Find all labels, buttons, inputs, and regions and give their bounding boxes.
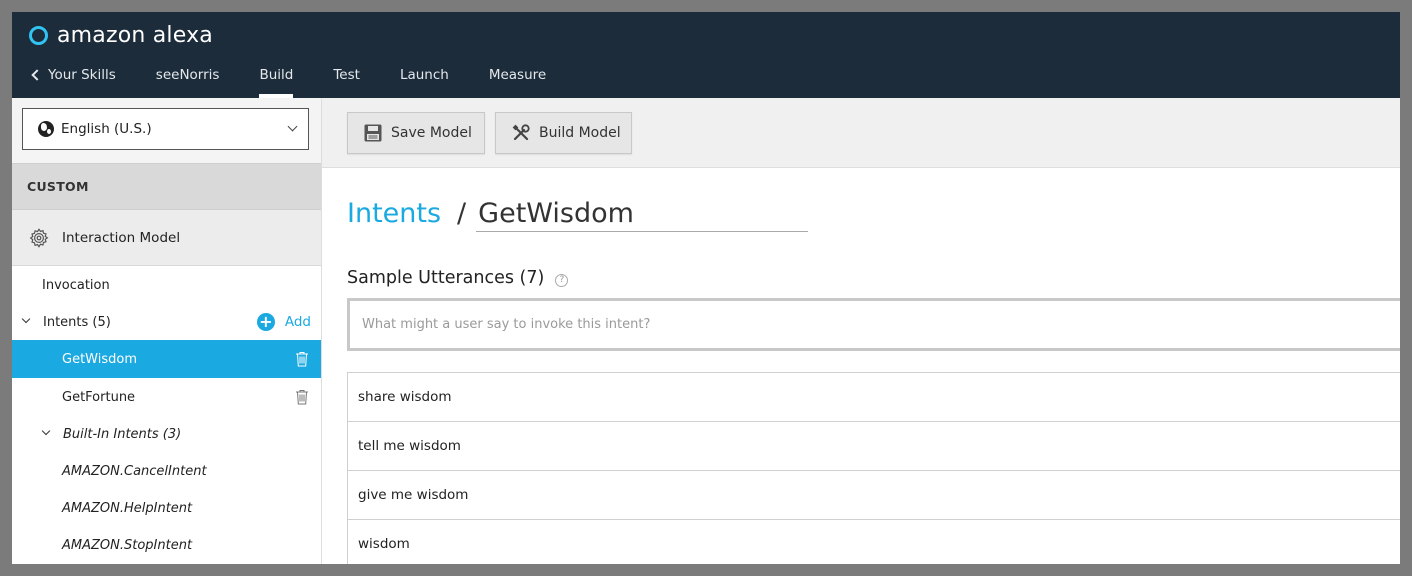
sample-utterances-heading: Sample Utterances (7) ? [347, 268, 569, 288]
utterance-row[interactable]: wisdom [347, 519, 1400, 564]
builtin-intent-item[interactable]: AMAZON.CancelIntent [12, 452, 321, 490]
collapse-icon [21, 314, 31, 324]
plus-icon: + [256, 313, 275, 331]
collapse-icon [41, 426, 51, 436]
save-icon [364, 124, 382, 142]
alexa-ring-icon [29, 25, 48, 45]
intent-tree: Invocation Intents (5) + Add GetWisdom G… [12, 266, 321, 564]
utterance-row[interactable]: tell me wisdom [347, 421, 1400, 470]
interaction-model-label: Interaction Model [62, 229, 181, 246]
alexa-logo[interactable]: amazon alexa [29, 20, 213, 50]
build-model-button[interactable]: Build Model [495, 112, 632, 154]
invocation-label: Invocation [42, 277, 110, 293]
sidebar-item-builtin-intents[interactable]: Built-In Intents (3) [12, 415, 321, 453]
utterance-row[interactable]: give me wisdom [347, 470, 1400, 519]
intents-label: Intents (5) [43, 314, 111, 330]
builtin-intent-label: AMAZON.HelpIntent [62, 500, 193, 516]
gear-icon [29, 227, 49, 248]
builtin-intents-label: Built-In Intents (3) [63, 426, 182, 442]
breadcrumb-intents-link[interactable]: Intents [347, 198, 441, 229]
sample-utterances-title: Sample Utterances (7) [347, 268, 545, 288]
breadcrumb-separator: / [457, 198, 467, 229]
language-label: English (U.S.) [61, 121, 152, 137]
app-window: amazon alexa Your Skills seeNorris Build… [12, 12, 1400, 564]
brand-name: amazon alexa [57, 22, 213, 48]
top-nav: Your Skills seeNorris Build Test Launch … [29, 66, 586, 98]
section-header-custom: CUSTOM [12, 163, 321, 210]
build-model-label: Build Model [539, 125, 621, 141]
tools-icon [512, 124, 530, 141]
globe-icon [38, 121, 54, 137]
chevron-down-icon [287, 121, 298, 132]
sidebar: English (U.S.) CUSTOM Interaction Model … [12, 98, 322, 564]
trash-icon[interactable] [295, 389, 309, 405]
builtin-intent-item[interactable]: AMAZON.HelpIntent [12, 489, 321, 527]
utterance-row[interactable]: share wisdom [347, 372, 1400, 421]
utterance-input[interactable] [347, 298, 1400, 351]
intent-label: GetFortune [62, 389, 136, 405]
intent-item-getwisdom[interactable]: GetWisdom [12, 340, 321, 378]
trash-icon[interactable] [295, 351, 309, 367]
builtin-intent-label: AMAZON.StopIntent [62, 537, 193, 553]
save-model-button[interactable]: Save Model [347, 112, 485, 154]
nav-build[interactable]: Build [259, 66, 293, 98]
intent-editor: Intents / GetWisdom Sample Utterances (7… [322, 168, 1400, 564]
add-intent-button[interactable]: + Add [256, 313, 311, 331]
nav-measure[interactable]: Measure [489, 66, 546, 98]
intent-name-field[interactable]: GetWisdom [476, 198, 809, 232]
save-model-label: Save Model [391, 125, 472, 141]
sidebar-item-invocation[interactable]: Invocation [12, 266, 321, 304]
builtin-intent-label: AMAZON.CancelIntent [62, 463, 207, 479]
intent-label: GetWisdom [62, 351, 137, 367]
help-icon[interactable]: ? [555, 273, 569, 287]
breadcrumb: Intents / GetWisdom [347, 198, 809, 232]
intent-item-getfortune[interactable]: GetFortune [12, 378, 321, 416]
language-select[interactable]: English (U.S.) [22, 108, 309, 150]
model-toolbar: Save Model Build Model [322, 98, 1400, 168]
add-label: Add [284, 314, 311, 330]
builtin-intent-item[interactable]: AMAZON.StopIntent [12, 526, 321, 564]
chevron-left-icon [31, 69, 43, 81]
section-label: CUSTOM [27, 179, 89, 194]
nav-skill-name[interactable]: seeNorris [156, 66, 220, 98]
utterance-list: share wisdom tell me wisdom give me wisd… [347, 372, 1400, 564]
sidebar-item-interaction-model[interactable]: Interaction Model [12, 210, 321, 266]
nav-your-skills-label: Your Skills [48, 67, 116, 83]
nav-test[interactable]: Test [333, 66, 360, 98]
sidebar-item-intents[interactable]: Intents (5) + Add [12, 303, 321, 341]
nav-your-skills[interactable]: Your Skills [29, 66, 116, 98]
top-header: amazon alexa Your Skills seeNorris Build… [12, 12, 1400, 98]
nav-launch[interactable]: Launch [400, 66, 449, 98]
